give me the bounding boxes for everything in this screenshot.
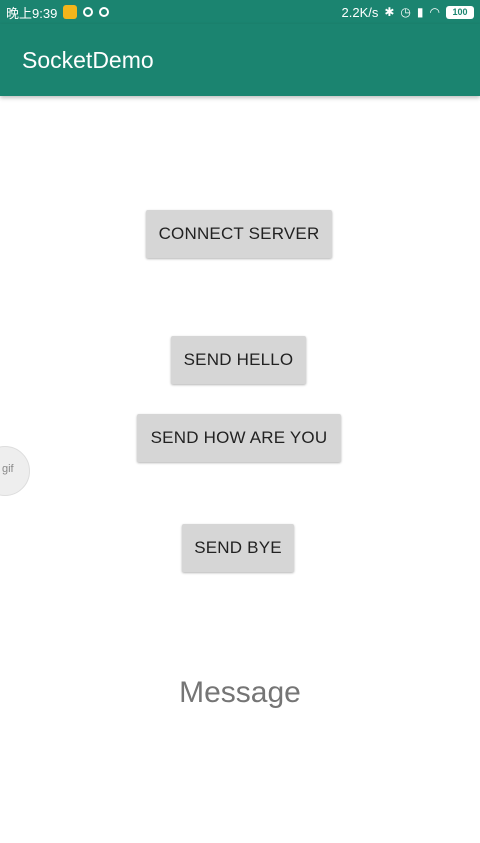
app-notification-icon: [63, 5, 78, 19]
status-bar-left: 晚上9:39: [6, 0, 110, 24]
connect-server-button[interactable]: CONNECT SERVER: [146, 210, 332, 258]
signal-icon: ▮: [416, 5, 424, 19]
send-hello-button[interactable]: SEND HELLO: [171, 336, 306, 384]
battery-icon: 100: [446, 5, 474, 19]
app-bar: SocketDemo: [0, 24, 480, 96]
send-bye-button[interactable]: SEND BYE: [182, 524, 294, 572]
status-bar: 晚上9:39 2.2K/s ✱ ◷ ▮ ◠ 100: [0, 0, 480, 24]
app-title: SocketDemo: [22, 47, 154, 73]
alarm-icon: ◷: [400, 5, 411, 19]
status-bar-right: 2.2K/s ✱ ◷ ▮ ◠ 100: [341, 0, 474, 24]
wifi-icon: ◠: [429, 5, 440, 19]
network-speed: 2.2K/s: [341, 4, 379, 20]
bluetooth-icon: ✱: [384, 5, 395, 19]
battery-level: 100: [452, 7, 468, 17]
record-icon: [99, 7, 110, 17]
message-text: Message: [179, 676, 301, 709]
gif-label: gif: [2, 463, 14, 475]
send-how-are-you-button[interactable]: SEND HOW ARE YOU: [137, 414, 341, 462]
clock: 晚上9:39: [6, 5, 58, 21]
record-icon: [83, 7, 94, 17]
